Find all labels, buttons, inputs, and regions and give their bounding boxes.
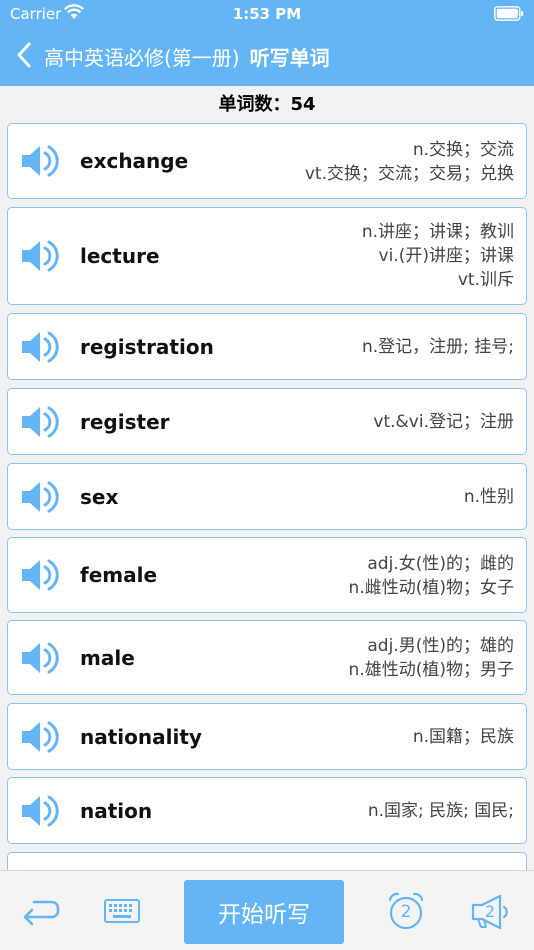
header: Carrier 1:53 PM 高中英语必修(第一册) 听写单词 <box>0 0 534 86</box>
word-text: lecture <box>80 244 160 268</box>
announce-button[interactable]: 2 <box>470 893 512 931</box>
word-meaning: n.性别 <box>464 485 514 509</box>
word-text: nation <box>80 799 153 823</box>
alarm-count: 2 <box>400 902 412 922</box>
speaker-icon[interactable] <box>20 404 60 440</box>
status-time: 1:53 PM <box>232 5 302 23</box>
speaker-icon[interactable] <box>20 640 60 676</box>
meaning-line: n.国籍；民族 <box>412 727 514 747</box>
word-meaning: n.登记，注册; 挂号; <box>362 335 514 359</box>
back-chevron-icon[interactable] <box>14 41 34 69</box>
word-meaning: adj.女(性)的；雌的 n.雌性动(植)物；女子 <box>349 552 514 600</box>
speaker-icon[interactable] <box>20 557 60 593</box>
meaning-line: vt.训斥 <box>457 270 514 290</box>
word-text: registration <box>80 335 214 359</box>
meaning-line: n.性别 <box>463 487 514 507</box>
speaker-icon[interactable] <box>20 479 60 515</box>
alarm-button[interactable]: 2 <box>386 891 426 931</box>
word-card[interactable]: male adj.男(性)的；雄的 n.雄性动(植)物；男子 <box>7 620 527 695</box>
meaning-line: n.讲座；讲课；教训 <box>361 222 514 242</box>
meaning-line: adj.女(性)的；雌的 <box>367 554 514 574</box>
word-card[interactable]: exchange n.交换；交流 vt.交换；交流；交易；兑换 <box>7 123 527 199</box>
word-card[interactable]: sex n.性别 <box>7 463 527 530</box>
speaker-icon[interactable] <box>20 238 60 274</box>
battery-icon <box>494 6 524 21</box>
word-card[interactable]: nation n.国家; 民族; 国民; <box>7 777 527 844</box>
word-meaning: n.国家; 民族; 国民; <box>368 799 514 823</box>
meaning-line: adj.男(性)的；雄的 <box>367 636 514 656</box>
status-bar: Carrier 1:53 PM <box>0 0 534 28</box>
word-card[interactable]: lecture n.讲座；讲课；教训 vi.(开)讲座；讲课 vt.训斥 <box>7 207 527 305</box>
speaker-icon[interactable] <box>20 329 60 365</box>
page-title-main: 高中英语必修(第一册) <box>44 46 240 70</box>
bottom-toolbar: 开始听写 2 2 <box>0 870 534 950</box>
speaker-icon[interactable] <box>20 143 60 179</box>
word-meaning: adj.男(性)的；雄的 n.雄性动(植)物；男子 <box>349 634 514 682</box>
word-text: nationality <box>80 725 202 749</box>
meaning-line: n.雌性动(植)物；女子 <box>348 578 514 598</box>
meaning-line: vt.交换；交流；交易；兑换 <box>304 164 514 184</box>
meaning-line: n.交换；交流 <box>412 140 514 160</box>
announce-count: 2 <box>484 902 496 921</box>
word-meaning: vt.&vi.登记；注册 <box>373 410 514 434</box>
word-meaning: n.交换；交流 vt.交换；交流；交易；兑换 <box>305 138 514 186</box>
start-dictation-button[interactable]: 开始听写 <box>184 880 344 944</box>
meaning-line: n.雄性动(植)物；男子 <box>348 660 514 680</box>
meaning-line: n.国家; 民族; 国民; <box>367 801 514 821</box>
word-card[interactable]: register vt.&vi.登记；注册 <box>7 388 527 455</box>
word-card-partial[interactable] <box>7 852 527 870</box>
word-text: register <box>80 410 170 434</box>
word-card[interactable]: female adj.女(性)的；雌的 n.雌性动(植)物；女子 <box>7 537 527 613</box>
word-text: male <box>80 646 135 670</box>
meaning-line: vt.&vi.登记；注册 <box>373 412 514 432</box>
meaning-line: vi.(开)讲座；讲课 <box>378 246 514 266</box>
page-title-suffix: 听写单词 <box>249 46 330 70</box>
page-title: 高中英语必修(第一册) 听写单词 <box>44 42 330 71</box>
speaker-icon[interactable] <box>20 719 60 755</box>
word-list: exchange n.交换；交流 vt.交换；交流；交易；兑换 lecture … <box>0 123 534 870</box>
word-text: exchange <box>80 149 189 173</box>
keyboard-icon[interactable] <box>104 899 140 923</box>
nav-bar: 高中英语必修(第一册) 听写单词 <box>0 34 534 78</box>
word-meaning: n.国籍；民族 <box>413 725 514 749</box>
meaning-line: n.登记，注册; 挂号; <box>361 337 514 357</box>
word-meaning: n.讲座；讲课；教训 vi.(开)讲座；讲课 vt.训斥 <box>362 220 514 292</box>
word-count: 单词数：54 <box>218 94 316 115</box>
word-text: female <box>80 563 158 587</box>
word-card[interactable]: nationality n.国籍；民族 <box>7 703 527 770</box>
word-text: sex <box>80 485 119 509</box>
speaker-icon[interactable] <box>20 793 60 829</box>
word-card[interactable]: registration n.登记，注册; 挂号; <box>7 313 527 380</box>
return-icon[interactable] <box>20 897 60 927</box>
